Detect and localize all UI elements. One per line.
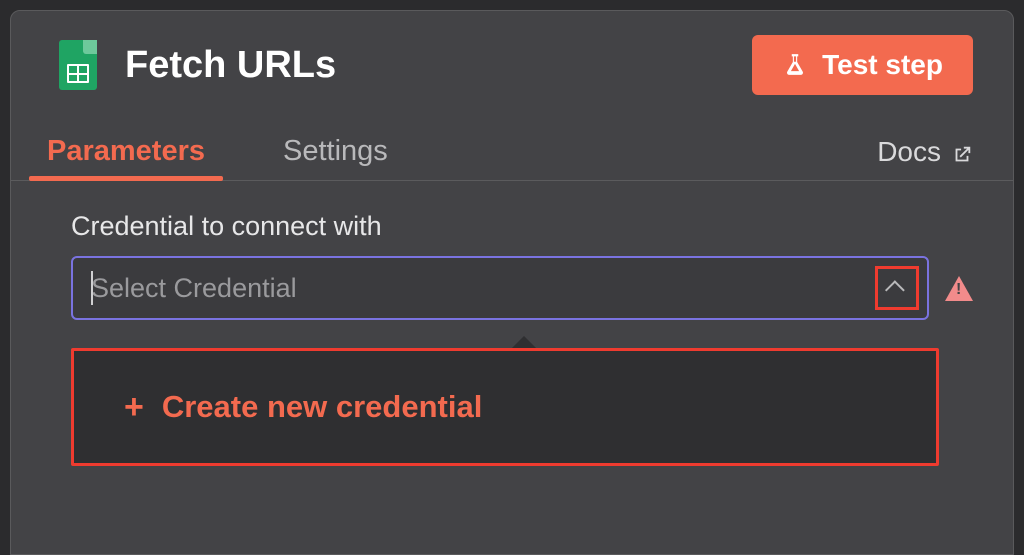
flask-icon — [782, 50, 808, 80]
test-step-label: Test step — [822, 49, 943, 81]
node-panel: Fetch URLs Test step Parameters Settings… — [10, 10, 1014, 555]
create-new-credential-option[interactable]: + Create new credential — [74, 381, 936, 433]
credential-field-label: Credential to connect with — [71, 211, 973, 242]
tab-settings[interactable]: Settings — [265, 123, 406, 180]
panel-header: Fetch URLs Test step — [11, 11, 1013, 105]
external-link-icon — [951, 141, 973, 163]
parameters-form: Credential to connect with Select Creden… — [11, 181, 1013, 520]
panel-title: Fetch URLs — [125, 44, 752, 87]
sheets-icon — [59, 40, 97, 90]
create-new-credential-label: Create new credential — [162, 389, 482, 425]
chevron-down-icon — [937, 456, 957, 476]
text-cursor — [91, 271, 93, 305]
credential-dropdown: + Create new credential — [71, 348, 939, 466]
highlight-box-chevron — [875, 266, 919, 310]
credential-select[interactable]: Select Credential — [71, 256, 929, 320]
plus-icon: + — [124, 390, 144, 424]
chevron-up-icon[interactable] — [885, 280, 905, 300]
warning-icon[interactable] — [945, 276, 973, 301]
tab-bar: Parameters Settings Docs — [11, 105, 1013, 181]
tab-parameters[interactable]: Parameters — [29, 123, 223, 180]
docs-link[interactable]: Docs — [877, 124, 973, 180]
test-step-button[interactable]: Test step — [752, 35, 973, 95]
credential-select-placeholder: Select Credential — [91, 273, 875, 304]
